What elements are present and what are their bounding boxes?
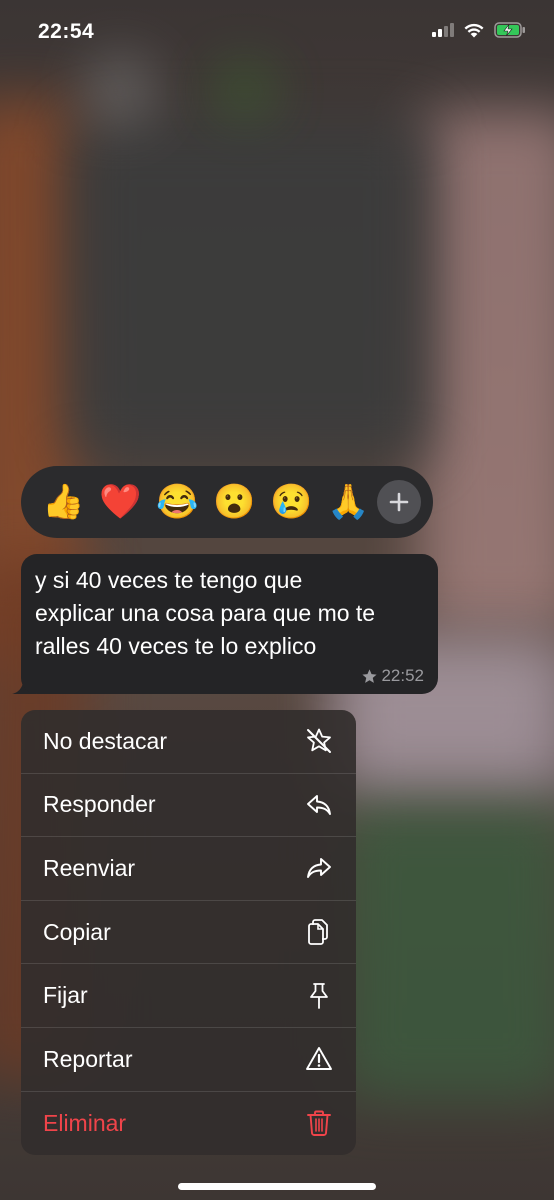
battery-charging-icon [494, 22, 525, 38]
forward-icon [307, 858, 331, 879]
message-meta: 22:52 [361, 666, 424, 686]
status-bar: 22:54 [0, 0, 554, 66]
message-line: ralles 40 veces te lo explico [35, 633, 317, 659]
copy-icon [308, 919, 328, 945]
warning-icon [306, 1047, 332, 1071]
status-time: 22:54 [38, 20, 95, 43]
status-icons [432, 22, 526, 38]
unstar-icon [307, 728, 331, 754]
folded-hands-reaction[interactable]: 🙏 [320, 466, 377, 538]
thumbs-up-reaction[interactable]: 👍 [35, 466, 92, 538]
plus-icon [389, 492, 409, 512]
menu-item-label: Reenviar [43, 854, 136, 881]
menu-item-unstar[interactable]: No destacar [21, 710, 356, 774]
pin-icon [310, 982, 328, 1009]
message-line: explicar una cosa para que mo te [35, 600, 376, 626]
message-bubble[interactable]: y si 40 veces te tengo que explicar una … [21, 554, 438, 694]
more-reactions-button[interactable] [377, 480, 421, 524]
reaction-bar: 👍 ❤️ 😂 😮 😢 🙏 [21, 466, 433, 538]
message-time: 22:52 [381, 666, 424, 685]
message-text: y si 40 veces te tengo que explicar una … [35, 564, 422, 663]
surprised-face-reaction[interactable]: 😮 [206, 466, 263, 538]
menu-item-label: Responder [43, 791, 156, 818]
tears-of-joy-reaction[interactable]: 😂 [149, 466, 206, 538]
menu-item-delete[interactable]: Eliminar [21, 1092, 356, 1155]
menu-item-label: Reportar [43, 1045, 133, 1072]
menu-item-label: Fijar [43, 982, 88, 1009]
cellular-signal-icon [432, 23, 454, 37]
menu-item-label: No destacar [43, 727, 168, 754]
wifi-icon [464, 23, 484, 38]
menu-item-label: Copiar [43, 918, 111, 945]
context-menu: No destacar Responder Reenviar Copiar Fi… [21, 710, 356, 1155]
menu-item-pin[interactable]: Fijar [21, 964, 356, 1028]
crying-face-reaction[interactable]: 😢 [263, 466, 320, 538]
menu-item-forward[interactable]: Reenviar [21, 837, 356, 901]
red-heart-reaction[interactable]: ❤️ [92, 466, 149, 538]
menu-item-reply[interactable]: Responder [21, 774, 356, 838]
reply-icon [307, 794, 331, 815]
trash-icon [307, 1110, 331, 1137]
home-indicator[interactable] [178, 1183, 376, 1190]
menu-item-label: Eliminar [43, 1109, 127, 1136]
menu-item-copy[interactable]: Copiar [21, 901, 356, 965]
star-icon [362, 668, 378, 683]
message-line: y si 40 veces te tengo que [35, 567, 303, 593]
menu-item-report[interactable]: Reportar [21, 1028, 356, 1092]
